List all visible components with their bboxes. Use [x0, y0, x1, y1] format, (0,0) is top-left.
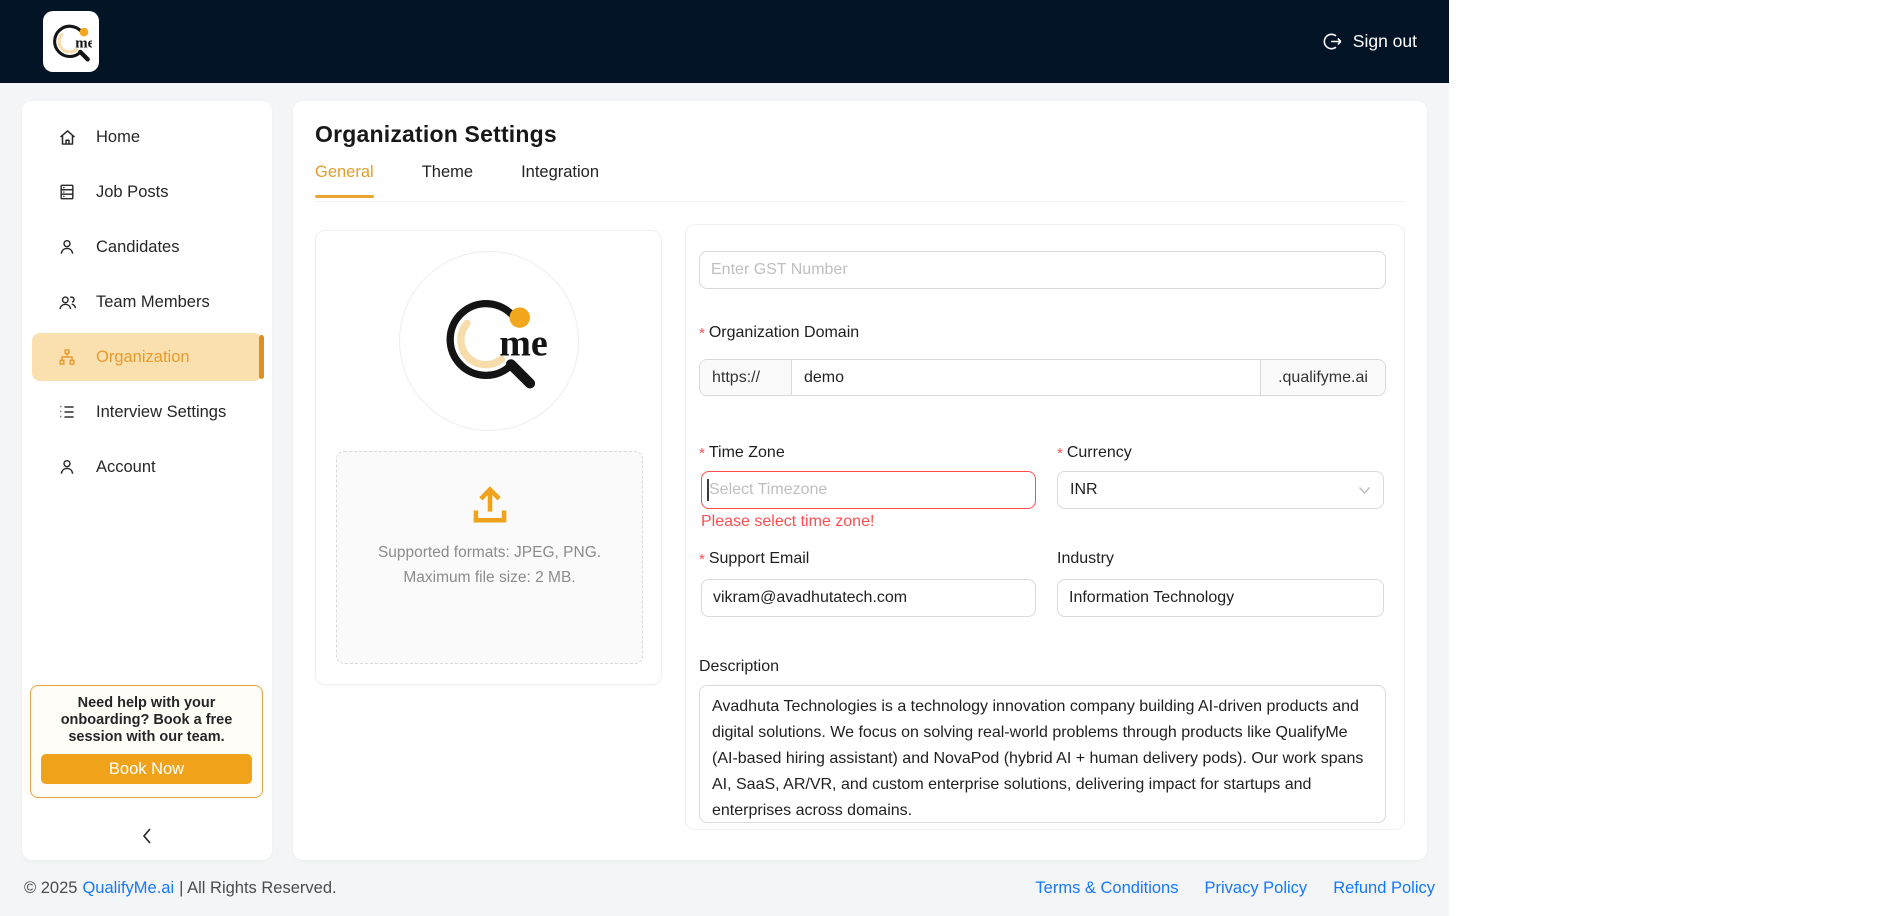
timezone-input[interactable] [701, 471, 1036, 509]
sidebar-nav: Home Job Posts Candidates Team Members O… [22, 113, 272, 498]
sidebar-item-organization[interactable]: Organization [32, 333, 264, 381]
magnifier-logo-icon: me [446, 300, 548, 389]
upload-formats-text: Supported formats: JPEG, PNG. [377, 544, 602, 561]
sidebar-item-label: Account [96, 457, 156, 476]
copyright-text: © 2025 QualifyMe.ai | All Rights Reserve… [24, 878, 337, 898]
sidebar-item-label: Team Members [96, 292, 210, 311]
currency-label: * Currency [1057, 444, 1132, 462]
description-textarea[interactable]: Avadhuta Technologies is a technology in… [699, 685, 1386, 823]
job-posts-icon [56, 181, 78, 203]
magnifier-logo-icon: me [53, 24, 92, 61]
sign-out-button[interactable]: Sign out [1322, 31, 1417, 52]
chevron-left-icon [142, 828, 151, 844]
terms-and-conditions-link[interactable]: Terms & Conditions [1035, 879, 1178, 898]
sidebar-item-candidates[interactable]: Candidates [32, 223, 262, 271]
organization-domain-input-group[interactable]: https:// demo .qualifyme.ai [699, 359, 1386, 396]
tabs-divider [315, 201, 1405, 202]
sidebar-item-account[interactable]: Account [32, 443, 262, 491]
sidebar-item-label: Organization [96, 347, 190, 366]
required-asterisk: * [699, 550, 705, 568]
sidebar-item-label: Home [96, 127, 141, 146]
required-asterisk: * [1057, 444, 1063, 462]
description-label: Description [699, 658, 780, 675]
industry-input[interactable] [1057, 579, 1384, 617]
active-indicator-bar [259, 335, 264, 379]
qualifyme-footer-link[interactable]: QualifyMe.ai [82, 879, 174, 898]
organization-logo: me [399, 251, 579, 431]
user-icon [56, 236, 78, 258]
domain-suffix-addon: .qualifyme.ai [1260, 360, 1385, 395]
sidebar-item-team-members[interactable]: Team Members [32, 278, 262, 326]
sidebar-collapse-button[interactable] [22, 825, 272, 847]
sidebar-item-label: Interview Settings [96, 402, 227, 421]
list-icon [56, 401, 78, 423]
org-chart-icon [56, 346, 78, 368]
svg-text:me: me [75, 35, 92, 51]
sidebar-item-label: Candidates [96, 237, 180, 256]
sign-out-label: Sign out [1352, 31, 1417, 51]
upload-size-text: Maximum file size: 2 MB. [403, 569, 576, 586]
user-icon [56, 456, 78, 478]
domain-protocol-addon: https:// [700, 360, 792, 395]
logo-upload-panel: me Supported formats: JPEG, PNG. Maximum… [315, 230, 662, 685]
text-caret [707, 479, 709, 501]
tab-theme[interactable]: Theme [422, 163, 473, 198]
required-asterisk: * [699, 324, 705, 342]
organization-domain-label: * Organization Domain [699, 324, 860, 342]
book-now-button[interactable]: Book Now [41, 754, 252, 784]
refund-policy-link[interactable]: Refund Policy [1333, 879, 1435, 898]
home-icon [56, 126, 78, 148]
privacy-policy-link[interactable]: Privacy Policy [1204, 879, 1307, 898]
footer: © 2025 QualifyMe.ai | All Rights Reserve… [0, 860, 1449, 916]
currency-selected-value: INR [1070, 481, 1098, 498]
sidebar-item-interview-settings[interactable]: Interview Settings [32, 388, 262, 436]
domain-value[interactable]: demo [792, 360, 1260, 395]
industry-label: Industry [1057, 550, 1114, 567]
support-email-label: * Support Email [699, 550, 810, 568]
top-navbar: me Sign out [0, 0, 1449, 83]
sidebar: Home Job Posts Candidates Team Members O… [22, 101, 272, 860]
onboarding-help-box: Need help with your onboarding? Book a f… [30, 685, 263, 798]
team-icon [56, 291, 78, 313]
page-title: Organization Settings [315, 121, 557, 147]
help-text: Need help with your onboarding? Book a f… [60, 695, 233, 745]
tab-ink-bar [315, 195, 374, 198]
general-settings-form: * Organization Domain https:// demo .qua… [685, 224, 1405, 830]
gst-number-input[interactable] [699, 251, 1386, 289]
tab-integration[interactable]: Integration [521, 163, 599, 198]
footer-links: Terms & Conditions Privacy Policy Refund… [1035, 879, 1435, 898]
svg-text:me: me [499, 323, 548, 365]
timezone-field-wrap [701, 471, 1036, 509]
logout-icon [1323, 33, 1342, 50]
settings-tabs: General Theme Integration [315, 163, 599, 198]
organization-settings-card: Organization Settings General Theme Inte… [293, 101, 1427, 860]
logo-upload-dropzone[interactable]: Supported formats: JPEG, PNG. Maximum fi… [336, 451, 643, 664]
app-viewport: me Sign out Home Job Posts [0, 0, 1449, 916]
chevron-down-icon [1358, 486, 1371, 494]
support-email-input[interactable] [701, 579, 1036, 617]
timezone-error-message: Please select time zone! [701, 513, 875, 530]
sidebar-item-job-posts[interactable]: Job Posts [32, 168, 262, 216]
timezone-label: * Time Zone [699, 444, 785, 462]
sidebar-item-label: Job Posts [96, 182, 169, 201]
qualifyme-logo[interactable]: me [43, 11, 99, 72]
sidebar-item-home[interactable]: Home [32, 113, 262, 161]
tab-general[interactable]: General [315, 163, 374, 198]
upload-icon [337, 478, 642, 530]
required-asterisk: * [699, 444, 705, 462]
currency-select[interactable]: INR [1057, 471, 1384, 509]
